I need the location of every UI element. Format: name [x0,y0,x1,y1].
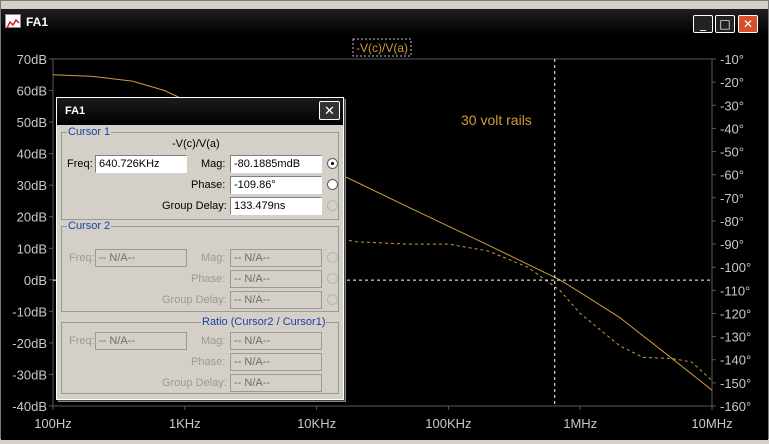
y2-tick-label: -10° [720,52,744,67]
window-titlebar[interactable]: FA1 _ □ ✕ [1,9,768,35]
cursor2-phase-label: Phase: [191,273,226,285]
minimize-button[interactable]: _ [693,15,713,33]
plot-annotation[interactable]: 30 volt rails [461,112,532,128]
cursor1-phase-radio[interactable] [327,179,338,190]
trace-label[interactable]: -V(c)/V(a) [356,41,408,55]
x-tick-label: 1MHz [563,416,597,431]
cursor2-phase-radio[interactable] [327,273,338,284]
y2-tick-label: -20° [720,75,744,90]
cursor1-group-label: Cursor 1 [67,126,112,138]
maximize-button[interactable]: □ [715,15,735,33]
x-tick-label: 1KHz [169,416,201,431]
y2-tick-label: -120° [720,306,751,321]
cursor1-mag-field[interactable]: -80.1885mdB [230,155,322,173]
cursor1-phase-label: Phase: [191,179,226,191]
y-tick-label: -20dB [12,336,47,351]
y2-tick-label: -140° [720,353,751,368]
y2-tick-label: -60° [720,168,744,183]
cursor2-group-delay-radio[interactable] [327,294,338,305]
ratio-mag-label: Mag: [201,335,226,347]
cursor2-group-delay-label: Group Delay: [162,294,227,306]
ratio-mag-field[interactable]: -- N/A-- [230,332,322,350]
cursor2-mag-field[interactable]: -- N/A-- [230,249,322,267]
x-tick-label: 10MHz [691,416,732,431]
ratio-freq-field[interactable]: -- N/A-- [95,332,187,350]
cursor-dialog: FA1 ✕ Cursor 1 -V(c)/V(a) Freq: 640.726K… [56,97,344,400]
ratio-phase-field[interactable]: -- N/A-- [230,353,322,371]
y-tick-label: -30dB [12,367,47,382]
ratio-phase-label: Phase: [191,356,226,368]
x-tick-label: 100Hz [34,416,72,431]
cursor2-mag-radio[interactable] [327,252,338,263]
y-tick-label: 70dB [17,52,47,67]
cursor1-freq-label: Freq: [67,158,93,170]
cursor1-freq-field[interactable]: 640.726KHz [95,155,187,173]
y-tick-label: 40dB [17,147,47,162]
y2-tick-label: -160° [720,399,751,414]
y2-tick-label: -70° [720,191,744,206]
cursor2-mag-label: Mag: [201,252,226,264]
y-tick-label: -10dB [12,304,47,319]
y-tick-label: 20dB [17,210,47,225]
y2-tick-label: -150° [720,376,751,391]
ratio-group-label: Ratio (Cursor2 / Cursor1) [201,316,327,328]
x-tick-label: 100KHz [425,416,471,431]
cursor2-freq-field[interactable]: -- N/A-- [95,249,187,267]
y2-tick-label: -50° [720,145,744,160]
y-tick-label: 60dB [17,84,47,99]
cursor2-freq-label: Freq: [69,252,95,264]
cursor1-mag-radio[interactable] [327,158,338,169]
waveform-window: FA1 _ □ ✕ 100Hz 1KHz 10KHz 100KHz 1MHz 10MHz 7… [0,0,769,440]
ratio-group-delay-label: Group Delay: [162,377,227,389]
y2-tick-label: -40° [720,121,744,136]
y-tick-label: 0dB [24,273,47,288]
y2-tick-label: -90° [720,237,744,252]
dialog-title: FA1 [65,105,86,117]
dialog-close-button[interactable]: ✕ [319,101,340,120]
cursor1-trace-name: -V(c)/V(a) [172,138,220,150]
y-tick-label: 10dB [17,241,47,256]
cursor2-group-label: Cursor 2 [67,220,112,232]
cursor2-phase-field[interactable]: -- N/A-- [230,270,322,288]
y2-tick-label: -110° [720,283,750,298]
ratio-freq-label: Freq: [69,335,95,347]
cursor1-phase-field[interactable]: -109.86° [230,176,322,194]
y-tick-label: 50dB [17,115,47,130]
cursor1-group-delay-label: Group Delay: [162,200,227,212]
dialog-titlebar[interactable]: FA1 ✕ [57,98,343,125]
x-tick-label: 10KHz [297,416,336,431]
waveform-app-icon [5,14,21,29]
y2-tick-label: -100° [720,260,751,275]
cursor1-mag-label: Mag: [201,158,226,170]
y-tick-label: -40dB [12,399,47,414]
cursor2-group-delay-field[interactable]: -- N/A-- [230,291,322,309]
window-title: FA1 [26,15,49,29]
cursor1-group-delay-radio[interactable] [327,200,338,211]
y2-tick-label: -80° [720,214,744,229]
y2-tick-label: -30° [720,98,744,113]
close-button[interactable]: ✕ [738,15,758,33]
y-tick-label: 30dB [17,178,47,193]
ratio-group-delay-field[interactable]: -- N/A-- [230,374,322,392]
cursor1-group-delay-field[interactable]: 133.479ns [230,197,322,215]
y2-tick-label: -130° [720,330,751,345]
